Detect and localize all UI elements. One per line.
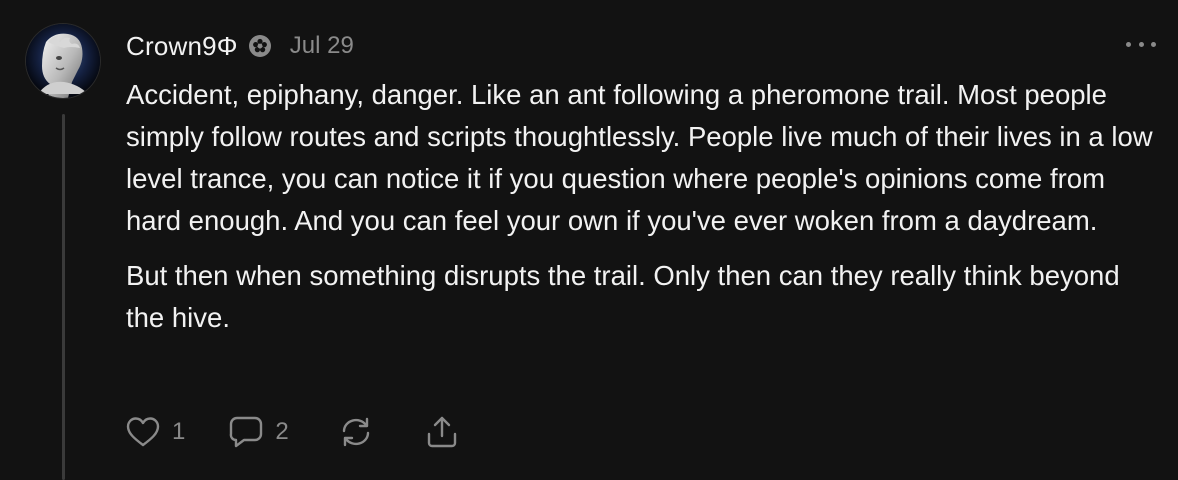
speech-bubble-icon [230, 416, 263, 448]
dot [1151, 41, 1156, 47]
statue-avatar-image [26, 24, 100, 98]
comment-paragraph: But then when something disrupts the tra… [126, 260, 1120, 333]
dot [1138, 41, 1144, 47]
like-button[interactable]: 1 [126, 416, 185, 448]
flower-badge-icon[interactable] [248, 34, 272, 58]
restack-icon [342, 417, 369, 447]
restack-button[interactable] [339, 416, 373, 448]
author-name[interactable]: Crown9Φ [126, 31, 238, 62]
comment-actions: 1 2 [126, 412, 459, 452]
dot [1126, 41, 1131, 47]
comment-header: Crown9Φ Jul 29 [126, 28, 354, 64]
comment-date[interactable]: Jul 29 [290, 32, 354, 60]
comment-body: Accident, epiphany, danger. Like an ant … [126, 74, 1156, 339]
thread-line [62, 114, 65, 480]
share-button[interactable] [425, 415, 459, 449]
more-options-icon[interactable] [1126, 34, 1156, 54]
like-count: 1 [172, 418, 186, 445]
comment-paragraph: Accident, epiphany, danger. Like an ant … [126, 79, 1153, 236]
reply-count: 2 [275, 418, 289, 445]
share-icon [427, 416, 456, 448]
heart-icon [126, 417, 160, 447]
reply-button[interactable]: 2 [229, 415, 289, 449]
avatar[interactable] [26, 24, 100, 98]
comment: Crown9Φ Jul 29 Accident, epiphany, dange… [0, 0, 1178, 480]
